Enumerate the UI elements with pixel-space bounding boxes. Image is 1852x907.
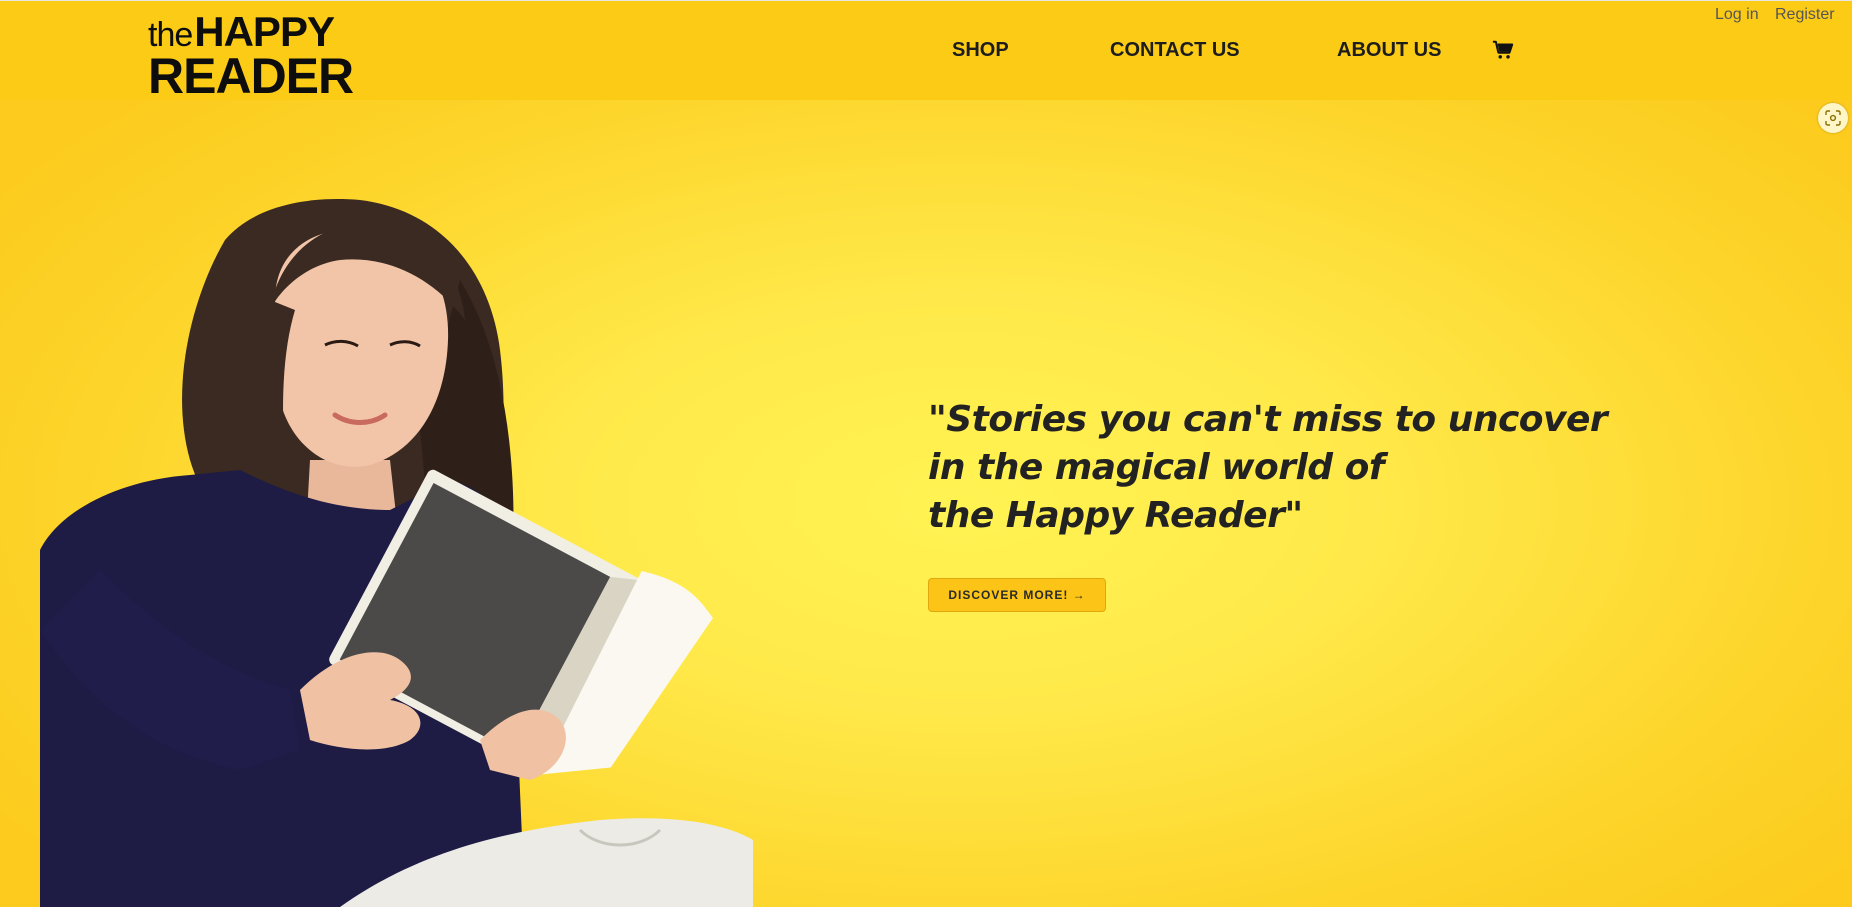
hero-quote-line-3: the Happy Reader": [928, 495, 1303, 536]
nav-shop[interactable]: SHOP: [952, 39, 1009, 62]
hero-quote-line-1: "Stories you can't miss to uncover: [928, 399, 1608, 440]
nav-contact-us[interactable]: CONTACT US: [1110, 39, 1240, 62]
logo-reader: READER: [148, 48, 354, 104]
woman-reading-book-photo: [40, 199, 753, 907]
nav-about-us[interactable]: ABOUT US: [1337, 39, 1441, 62]
register-link[interactable]: Register: [1775, 6, 1835, 24]
site-header: the HAPPY READER SHOP CONTACT US ABOUT U…: [0, 0, 1852, 104]
hero-quote-line-2: in the magical world of: [928, 447, 1385, 488]
logo-top-line: the HAPPY: [148, 11, 353, 54]
site-logo[interactable]: the HAPPY READER: [148, 11, 354, 104]
logo-happy: HAPPY: [194, 8, 335, 55]
page: the HAPPY READER SHOP CONTACT US ABOUT U…: [0, 0, 1852, 907]
shopping-cart-icon[interactable]: [1492, 39, 1514, 61]
hero-quote: "Stories you can't miss to uncover in th…: [928, 396, 1608, 540]
login-link[interactable]: Log in: [1715, 6, 1759, 24]
logo-the: the: [148, 16, 193, 54]
hero-section: "Stories you can't miss to uncover in th…: [0, 100, 1852, 907]
visual-search-icon[interactable]: [1818, 103, 1848, 133]
discover-more-button[interactable]: DISCOVER MORE! →: [928, 578, 1106, 612]
